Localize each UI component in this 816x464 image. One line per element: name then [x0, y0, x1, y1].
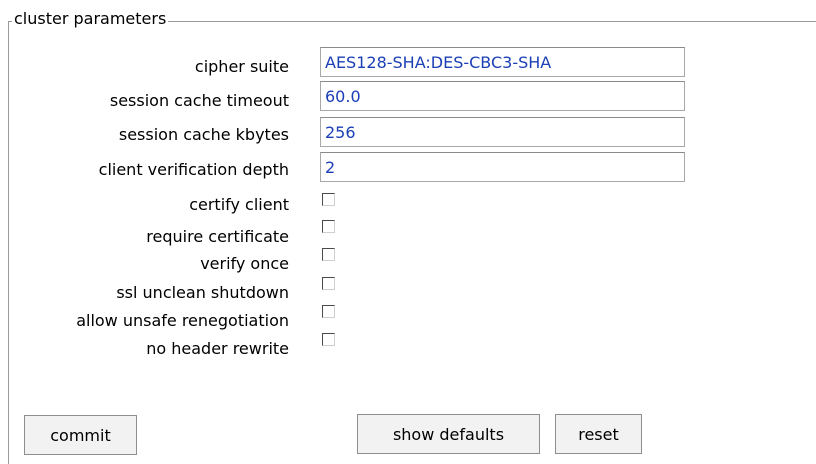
session-cache-timeout-input[interactable] [320, 81, 685, 111]
verify-once-checkbox[interactable] [322, 248, 335, 261]
no-header-rewrite-label: no header rewrite [146, 339, 289, 358]
ssl-unclean-shutdown-label: ssl unclean shutdown [116, 283, 289, 302]
show-defaults-button[interactable]: show defaults [357, 414, 540, 454]
certify-client-checkbox[interactable] [322, 193, 335, 206]
session-cache-kbytes-input[interactable] [320, 117, 685, 147]
session-cache-kbytes-label: session cache kbytes [118, 125, 289, 144]
require-certificate-checkbox[interactable] [322, 220, 335, 233]
commit-button[interactable]: commit [24, 415, 137, 455]
session-cache-timeout-label: session cache timeout [109, 91, 289, 110]
require-certificate-label: require certificate [146, 227, 289, 246]
cipher-suite-label: cipher suite [194, 57, 289, 76]
verify-once-label: verify once [200, 254, 289, 273]
client-verification-depth-input[interactable] [320, 152, 685, 182]
ssl-unclean-shutdown-checkbox[interactable] [322, 277, 335, 290]
allow-unsafe-renegotiation-checkbox[interactable] [322, 305, 335, 318]
no-header-rewrite-checkbox[interactable] [322, 333, 335, 346]
client-verification-depth-label: client verification depth [98, 160, 289, 179]
allow-unsafe-renegotiation-label: allow unsafe renegotiation [76, 311, 289, 330]
reset-button[interactable]: reset [555, 414, 642, 454]
fieldset-border-left [8, 21, 9, 464]
cluster-parameters-panel: cluster parameters cipher suite session … [0, 0, 816, 464]
cipher-suite-input[interactable] [320, 47, 685, 77]
certify-client-label: certify client [189, 195, 289, 214]
fieldset-legend: cluster parameters [12, 9, 169, 29]
